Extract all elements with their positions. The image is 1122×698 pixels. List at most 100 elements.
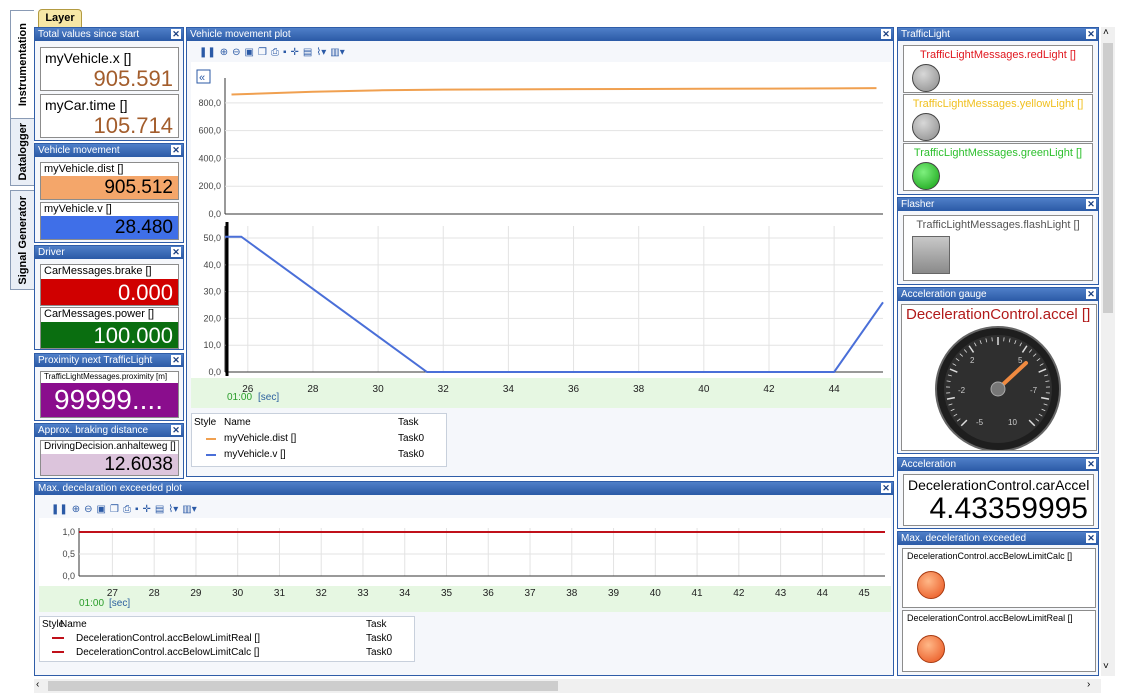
pause-icon[interactable]: ❚❚ [199, 47, 216, 58]
zoom-out-icon[interactable]: ⊖ [84, 504, 92, 515]
close-icon[interactable]: ✕ [881, 29, 891, 39]
bar-style-icon[interactable]: ▥▾ [330, 47, 344, 58]
panel-vehicle-movement: Vehicle movement ✕ myVehicle.dist [] 905.… [34, 143, 184, 243]
y-tick-label: 800,0 [198, 98, 221, 108]
app-window: Instrumentation Datalogger Signal Genera… [0, 0, 1122, 698]
grid-icon[interactable]: ▤ [155, 504, 164, 515]
y-tick-label: 1,0 [62, 527, 75, 537]
panel-vehicle-movement-plot: Vehicle movement plot ✕ ❚❚ ⊕ ⊖ ▣ ❐ ⎙ ▪ ✛ ▤ ⌇▾ ▥▾ 80… [186, 27, 894, 477]
calc-lamp [917, 571, 945, 599]
legend-swatch [52, 651, 64, 653]
plot-toolbar: ❚❚ ⊕ ⊖ ▣ ❐ ⎙ ▪ ✛ ▤ ⌇▾ ▥▾ [51, 502, 197, 516]
red-light-box: TrafficLightMessages.redLight [] [903, 45, 1093, 93]
y-tick-label: 400,0 [198, 153, 221, 163]
y-tick-label: 0,0 [208, 209, 221, 219]
x-tick-label: 28 [307, 384, 319, 395]
close-icon[interactable]: ✕ [171, 145, 181, 155]
x-tick-label: 32 [438, 384, 450, 395]
x-tick-label: 40 [698, 384, 710, 395]
save-icon[interactable]: ▪ [135, 504, 139, 515]
vertical-scrollbar[interactable]: ˄ ˅ [1101, 27, 1115, 676]
value-box: DrivingDecision.anhalteweg [] 12.6038 [40, 440, 179, 476]
line-style-icon[interactable]: ⌇▾ [168, 504, 178, 515]
close-icon[interactable]: ✕ [171, 29, 181, 39]
print-icon[interactable]: ⎙ [123, 504, 131, 515]
y-tick-label: 0,0 [208, 367, 221, 377]
x-tick-label: 43 [775, 588, 787, 599]
x-tick-label: 30 [373, 384, 385, 395]
x-tick-label: 35 [441, 588, 453, 599]
gauge-tick-label: -2 [958, 386, 966, 395]
copy-icon[interactable]: ❐ [258, 47, 267, 58]
tab-instrumentation[interactable]: Instrumentation [10, 10, 34, 120]
tab-datalogger[interactable]: Datalogger [10, 118, 34, 186]
save-icon[interactable]: ▪ [283, 47, 287, 58]
close-icon[interactable]: ✕ [881, 483, 891, 493]
flasher-box: TrafficLightMessages.flashLight [] [903, 215, 1093, 281]
x-tick-label: 38 [633, 384, 645, 395]
zoom-in-icon[interactable]: ⊕ [72, 504, 80, 515]
x-tick-label: 32 [316, 588, 328, 599]
x-tick-label: 34 [399, 588, 411, 599]
gauge-dial: -2 -5 10 -7 2 5 [935, 326, 1061, 450]
horizontal-scrollbar[interactable]: ‹ › [34, 679, 1101, 693]
scroll-left-icon[interactable]: ‹ [36, 679, 39, 690]
bar-style-icon[interactable]: ▥▾ [182, 504, 196, 515]
time-prefix: 01:00 [79, 598, 104, 609]
x-tick-label: 41 [692, 588, 704, 599]
panel-acceleration-gauge: Acceleration gauge ✕ DecelerationControl.… [897, 287, 1099, 454]
time-unit: [sec] [109, 598, 130, 609]
x-tick-label: 29 [190, 588, 202, 599]
gauge-tick-label: -7 [1030, 386, 1038, 395]
red-lamp [912, 64, 940, 92]
close-icon[interactable]: ✕ [1086, 459, 1096, 469]
close-icon[interactable]: ✕ [171, 425, 181, 435]
yellow-light-box: TrafficLightMessages.yellowLight [] [903, 94, 1093, 142]
x-tick-label: 31 [274, 588, 286, 599]
close-icon[interactable]: ✕ [1086, 533, 1096, 543]
close-icon[interactable]: ✕ [171, 355, 181, 365]
pause-icon[interactable]: ❚❚ [51, 504, 68, 515]
zoom-in-icon[interactable]: ⊕ [220, 47, 228, 58]
close-icon[interactable]: ✕ [1086, 29, 1096, 39]
fit-icon[interactable]: ▣ [245, 47, 254, 58]
line-style-icon[interactable]: ⌇▾ [316, 47, 326, 58]
tab-layer[interactable]: Layer [38, 9, 82, 27]
vertical-scroll-thumb[interactable] [1103, 43, 1113, 313]
scroll-right-icon[interactable]: › [1087, 679, 1090, 690]
value-box: myCar.time [] 105.714 [40, 94, 179, 138]
panel-traffic-light: TrafficLight ✕ TrafficLightMessages.redLi… [897, 27, 1099, 195]
horizontal-scroll-thumb[interactable] [48, 681, 558, 691]
panel-driver: Driver ✕ CarMessages.brake [] 0.000 CarMe… [34, 245, 184, 350]
cursor-icon[interactable]: ✛ [143, 504, 151, 515]
plot-toolbar: ❚❚ ⊕ ⊖ ▣ ❐ ⎙ ▪ ✛ ▤ ⌇▾ ▥▾ [199, 45, 345, 59]
close-icon[interactable]: ✕ [171, 247, 181, 257]
print-icon[interactable]: ⎙ [271, 47, 279, 58]
panel-max-decel-plot: Max. decelaration exceeded plot ✕ ❚❚ ⊕ ⊖ ▣ ❐ ⎙… [34, 481, 894, 676]
scroll-down-icon[interactable]: ˅ [1103, 661, 1109, 672]
fit-icon[interactable]: ▣ [97, 504, 106, 515]
tab-signal-generator[interactable]: Signal Generator [10, 190, 34, 290]
yellow-lamp [912, 113, 940, 141]
x-tick-label: 36 [483, 588, 495, 599]
x-tick-label: 30 [232, 588, 244, 599]
panel-braking-distance: Approx. braking distance ✕ DrivingDecisio… [34, 423, 184, 479]
close-icon[interactable]: ✕ [1086, 289, 1096, 299]
y-tick-label: 50,0 [203, 233, 221, 243]
x-tick-label: 40 [650, 588, 662, 599]
value-box: CarMessages.brake [] 0.000 [40, 264, 179, 306]
legend-swatch [52, 637, 64, 639]
value-box: myVehicle.x [] 905.591 [40, 47, 179, 91]
y-tick-label: 30,0 [203, 287, 221, 297]
copy-icon[interactable]: ❐ [110, 504, 119, 515]
zoom-out-icon[interactable]: ⊖ [232, 47, 240, 58]
panel-flasher: Flasher ✕ TrafficLightMessages.flashLight… [897, 197, 1099, 285]
vertical-tab-strip: Instrumentation Datalogger Signal Genera… [0, 0, 34, 698]
close-icon[interactable]: ✕ [1086, 199, 1096, 209]
scroll-up-icon[interactable]: ˄ [1103, 27, 1109, 38]
gauge-tick-label: -5 [976, 418, 984, 427]
grid-icon[interactable]: ▤ [303, 47, 312, 58]
flash-lamp [912, 236, 950, 274]
cursor-icon[interactable]: ✛ [291, 47, 299, 58]
y-tick-label: 20,0 [203, 313, 221, 323]
